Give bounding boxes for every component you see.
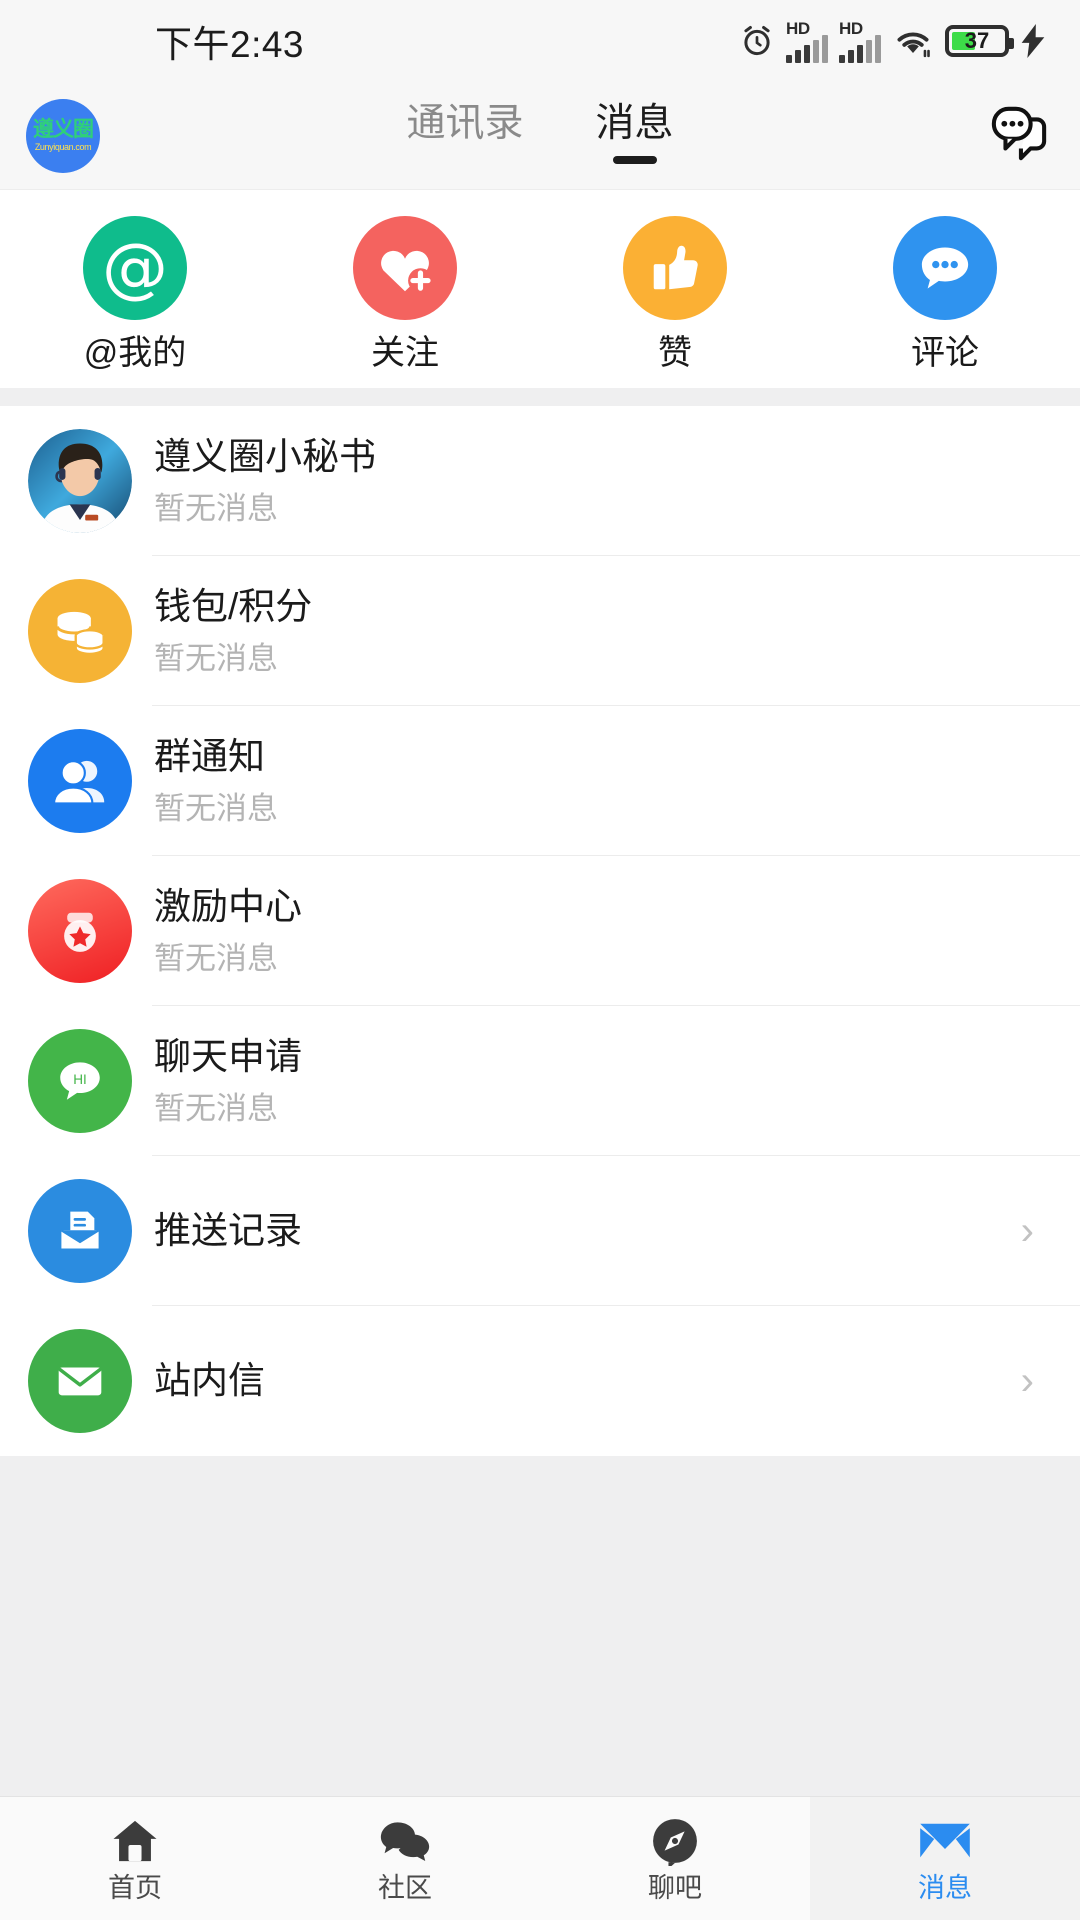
quick-action-at-mine-label: @我的 [83,334,187,372]
sim1-hd-label: HD [786,18,810,38]
coins-stack-icon [28,579,132,683]
chevron-right-icon: › [1020,1359,1034,1403]
hi-bubble-icon: HI [28,1029,132,1133]
list-item-title: 群通知 [154,735,265,777]
sim1-signal-icon: HD [786,20,828,63]
customer-service-avatar [28,429,132,533]
quick-action-follow[interactable]: 关注 [270,216,540,370]
chat-bubbles-icon [988,104,1050,167]
list-item[interactable]: 钱包/积分 暂无消息 › [0,556,1080,706]
quick-action-comment-label: 评论 [911,334,979,372]
tab-messages-indicator [612,155,657,164]
logo-chinese-text: 遵义圈 [33,118,94,141]
list-item-title: 激励中心 [154,885,302,927]
paper-plane-icon [917,1815,973,1867]
quick-action-like[interactable]: 赞 [540,216,810,370]
tabbar-item-chat[interactable]: 聊吧 [540,1797,810,1920]
logo-domain-text: Zunyiquan.com [34,142,92,152]
sim2-signal-icon: HD [839,20,881,63]
zunyiquan-logo[interactable]: 遵义圈 Zunyiquan.com [26,98,100,173]
list-item[interactable]: 遵义圈小秘书 暂无消息 › [0,406,1080,556]
quick-action-follow-label: 关注 [371,334,439,372]
at-glyph: @ [102,229,168,306]
medal-star-icon [28,879,132,983]
chevron-right-icon: › [1020,1209,1034,1253]
list-item-title: 遵义圈小秘书 [154,435,376,477]
tabbar-item-home-label: 首页 [108,1873,162,1903]
status-bar: 下午2:43 HD HD 37 [0,0,1080,82]
list-item-subtitle: 暂无消息 [154,640,278,676]
thumbs-up-icon [623,216,727,320]
comment-bubble-icon [893,216,997,320]
tabbar-item-messages[interactable]: 消息 [810,1797,1080,1920]
group-users-icon [28,729,132,833]
list-item[interactable]: 群通知 暂无消息 › [0,706,1080,856]
list-item-text: 遵义圈小秘书 暂无消息 [154,434,1021,529]
heart-plus-icon [353,216,457,320]
svg-text:HI: HI [73,1072,87,1087]
list-item-text: 聊天申请 暂无消息 [154,1034,1021,1129]
sim2-hd-label: HD [839,18,863,38]
list-item-title: 站内信 [154,1359,265,1401]
list-item[interactable]: HI 聊天申请 暂无消息 › [0,1006,1080,1156]
list-item-text: 钱包/积分 暂无消息 [154,584,1021,679]
bottom-tab-bar: 首页 社区 聊吧 消息 [0,1796,1080,1920]
list-item-subtitle: 暂无消息 [154,940,278,976]
quick-action-comment[interactable]: 评论 [810,216,1080,370]
battery-percent-label: 37 [964,28,990,53]
tab-contacts[interactable]: 通讯录 [406,102,524,168]
list-item-title: 聊天申请 [154,1035,302,1077]
tab-messages-label: 消息 [595,102,674,146]
battery-icon: 37 [945,25,1014,57]
app-screen: 下午2:43 HD HD 37 遵义圈 Zunyiquan.com 通讯录 消息… [0,0,1080,1920]
quick-action-like-label: 赞 [658,334,692,372]
tab-contacts-label: 通讯录 [406,102,524,146]
home-icon [110,1815,160,1867]
tabbar-item-messages-label: 消息 [918,1873,972,1903]
list-item-text: 激励中心 暂无消息 [154,884,1021,979]
status-time: 下午2:43 [155,24,305,65]
list-item-text: 推送记录 [154,1208,1021,1254]
list-item-subtitle: 暂无消息 [154,790,278,826]
top-tab-group: 通讯录 消息 [0,82,1080,189]
tabbar-item-home[interactable]: 首页 [0,1797,270,1920]
status-icons: HD HD 37 [739,20,1046,63]
list-item[interactable]: 站内信 › [0,1306,1080,1456]
community-chat-icon [379,1815,431,1867]
quick-action-at-mine[interactable]: @ @我的 [0,216,270,370]
list-item-subtitle: 暂无消息 [154,1090,278,1126]
tabbar-item-chat-label: 聊吧 [648,1873,702,1903]
empty-space [0,1456,1080,1796]
list-item[interactable]: 推送记录 › [0,1156,1080,1306]
tab-messages[interactable]: 消息 [595,102,674,168]
inbox-document-icon [28,1179,132,1283]
compass-chat-icon [650,1815,700,1867]
envelope-icon [28,1329,132,1433]
list-item[interactable]: 激励中心 暂无消息 › [0,856,1080,1006]
alarm-clock-icon [739,23,775,59]
list-item-text: 群通知 暂无消息 [154,734,1021,829]
quick-actions-bar: @ @我的 关注 赞 评论 [0,190,1080,388]
tabbar-item-community-label: 社区 [378,1873,432,1903]
at-mention-icon: @ [83,216,187,320]
list-item-subtitle: 暂无消息 [154,490,278,526]
wifi-icon [892,24,934,58]
list-item-text: 站内信 [154,1358,1021,1404]
list-item-title: 推送记录 [154,1209,302,1251]
lightning-bolt-icon [1020,24,1046,58]
message-list: 遵义圈小秘书 暂无消息 › 钱包/积分 暂无消息 [0,406,1080,1456]
top-navigation-bar: 遵义圈 Zunyiquan.com 通讯录 消息 [0,82,1080,190]
chat-bubbles-button[interactable] [984,101,1054,171]
section-divider [0,388,1080,406]
list-item-title: 钱包/积分 [154,585,313,627]
tabbar-item-community[interactable]: 社区 [270,1797,540,1920]
